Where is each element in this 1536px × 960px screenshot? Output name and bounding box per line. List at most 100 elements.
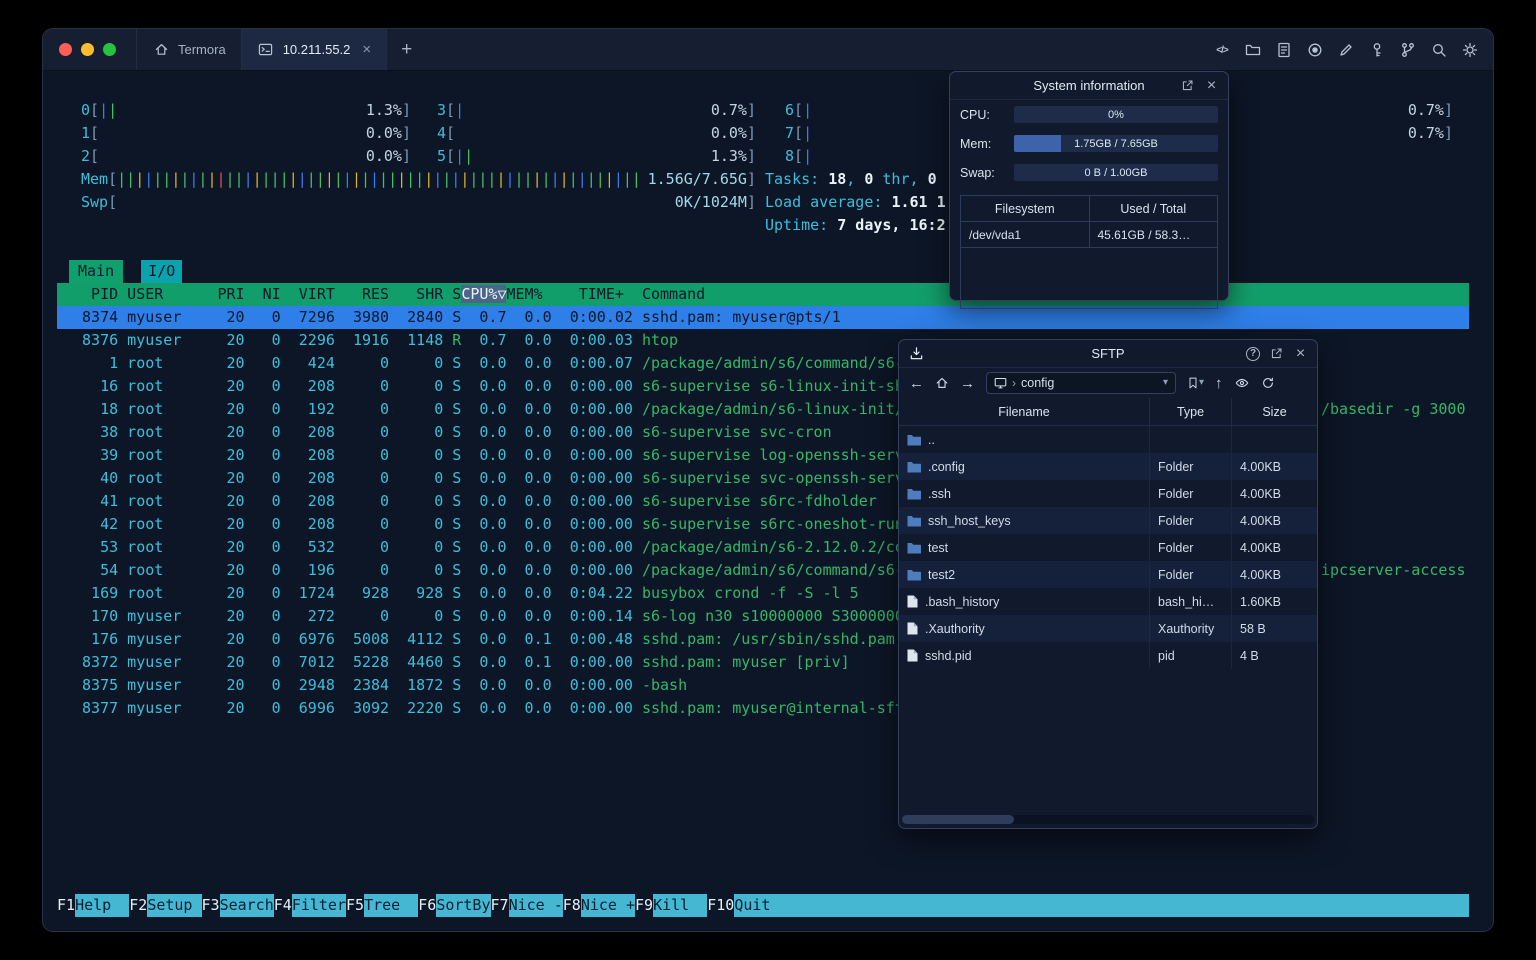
file-row-..[interactable]: .. bbox=[899, 426, 1317, 453]
col-filename[interactable]: Filename bbox=[899, 398, 1150, 425]
home-icon[interactable] bbox=[935, 376, 949, 390]
tab-label: 10.211.55.2 bbox=[282, 42, 351, 57]
file-row-ssh_host_keys[interactable]: ssh_host_keys Folder 4.00KB bbox=[899, 507, 1317, 534]
filesystem-row[interactable]: /dev/vda1 45.61GB / 58.3… bbox=[961, 222, 1217, 248]
close-icon[interactable]: × bbox=[1293, 345, 1308, 361]
fkey-label-f2[interactable]: Setup bbox=[147, 894, 202, 917]
fkey-f10[interactable]: F10 bbox=[707, 894, 734, 917]
process-row-8377[interactable]: 8377 myuser 20 0 6996 3092 2220 S 0.0 0.… bbox=[73, 697, 904, 720]
process-row-38[interactable]: 38 root 20 0 208 0 0 S 0.0 0.0 0:00.00 s… bbox=[73, 421, 832, 444]
horizontal-scrollbar[interactable] bbox=[902, 815, 1314, 824]
fkey-label-f9[interactable]: Kill bbox=[653, 894, 708, 917]
file-name: .Xauthority bbox=[925, 621, 985, 636]
terminal-icon bbox=[257, 41, 275, 59]
fkey-f7[interactable]: F7 bbox=[491, 894, 509, 917]
col-used-total: Used / Total bbox=[1120, 201, 1187, 216]
edit-icon[interactable] bbox=[1337, 41, 1355, 59]
sftp-title: SFTP bbox=[1091, 346, 1125, 361]
process-row-176[interactable]: 176 myuser 20 0 6976 5008 4112 S 0.0 0.1… bbox=[73, 628, 895, 651]
process-row-8372[interactable]: 8372 myuser 20 0 7012 5228 4460 S 0.0 0.… bbox=[73, 651, 850, 674]
sort-column-cpu[interactable]: CPU%▽ bbox=[461, 285, 507, 303]
show-hidden-icon[interactable] bbox=[1234, 376, 1250, 390]
fkey-label-f10[interactable]: Quit bbox=[734, 894, 789, 917]
parent-dir-icon[interactable]: ↑ bbox=[1215, 376, 1223, 391]
maximize-window-button[interactable] bbox=[103, 43, 116, 56]
file-row-.config[interactable]: .config Folder 4.00KB bbox=[899, 453, 1317, 480]
record-icon[interactable] bbox=[1306, 41, 1324, 59]
forward-icon[interactable]: → bbox=[960, 376, 975, 391]
fkey-f9[interactable]: F9 bbox=[635, 894, 653, 917]
process-row-40[interactable]: 40 root 20 0 208 0 0 S 0.0 0.0 0:00.00 s… bbox=[73, 467, 904, 490]
key-icon[interactable] bbox=[1368, 41, 1386, 59]
fkey-label-f5[interactable]: Tree bbox=[364, 894, 419, 917]
file-size: 4.00KB bbox=[1240, 567, 1282, 582]
new-tab-button[interactable]: + bbox=[387, 29, 426, 70]
search-icon[interactable] bbox=[1430, 41, 1448, 59]
path-breadcrumb[interactable]: › config ▾ bbox=[986, 372, 1176, 394]
file-row-.ssh[interactable]: .ssh Folder 4.00KB bbox=[899, 480, 1317, 507]
process-row-170[interactable]: 170 myuser 20 0 272 0 0 S 0.0 0.0 0:00.1… bbox=[73, 605, 904, 628]
folder-icon[interactable] bbox=[1244, 41, 1262, 59]
process-table-header[interactable]: PID USER PRI NI VIRT RES SHR SCPU%▽MEM% … bbox=[57, 283, 1469, 306]
file-type: pid bbox=[1150, 642, 1232, 669]
settings-icon[interactable] bbox=[1461, 41, 1479, 59]
fkey-label-f1[interactable]: Help bbox=[75, 894, 130, 917]
process-row-169[interactable]: 169 root 20 0 1724 928 928 S 0.0 0.0 0:0… bbox=[73, 582, 859, 605]
file-row-sshd.pid[interactable]: sshd.pid pid 4 B bbox=[899, 642, 1317, 669]
htop-screen-tabs: Main I/O bbox=[69, 260, 183, 283]
col-type[interactable]: Type bbox=[1150, 398, 1232, 425]
close-icon[interactable]: × bbox=[1204, 77, 1219, 93]
refresh-icon[interactable] bbox=[1261, 376, 1275, 390]
folder-icon bbox=[907, 461, 921, 473]
popout-icon[interactable] bbox=[1180, 78, 1195, 93]
fkey-label-f8[interactable]: Nice + bbox=[580, 894, 635, 917]
process-row-8376[interactable]: 8376 myuser 20 0 2296 1916 1148 R 0.7 0.… bbox=[73, 329, 678, 352]
fkey-f3[interactable]: F3 bbox=[202, 894, 220, 917]
code-icon[interactable]: </> bbox=[1213, 41, 1231, 59]
bookmark-icon[interactable]: ▾ bbox=[1187, 376, 1204, 390]
tab-close-icon[interactable]: × bbox=[362, 42, 371, 57]
process-row-42[interactable]: 42 root 20 0 208 0 0 S 0.0 0.0 0:00.00 s… bbox=[73, 513, 904, 536]
process-row-54[interactable]: 54 root 20 0 196 0 0 S 0.0 0.0 0:00.00 /… bbox=[73, 559, 904, 582]
process-row-41[interactable]: 41 root 20 0 208 0 0 S 0.0 0.0 0:00.00 s… bbox=[73, 490, 877, 513]
process-row-18[interactable]: 18 root 20 0 192 0 0 S 0.0 0.0 0:00.00 /… bbox=[73, 398, 904, 421]
fkey-f8[interactable]: F8 bbox=[563, 894, 581, 917]
fkey-f2[interactable]: F2 bbox=[129, 894, 147, 917]
tab-termora[interactable]: Termora bbox=[136, 29, 242, 70]
scrollbar-thumb[interactable] bbox=[902, 815, 1014, 824]
close-window-button[interactable] bbox=[59, 43, 72, 56]
chevron-down-icon[interactable]: ▾ bbox=[1163, 378, 1168, 388]
minimize-window-button[interactable] bbox=[81, 43, 94, 56]
mem-usage-bar: 1.75GB / 7.65GB bbox=[1014, 135, 1218, 152]
htop-tab-io[interactable]: I/O bbox=[141, 260, 183, 283]
back-icon[interactable]: ← bbox=[909, 376, 924, 391]
process-row-53[interactable]: 53 root 20 0 532 0 0 S 0.0 0.0 0:00.00 /… bbox=[73, 536, 904, 559]
fkey-label-f4[interactable]: Filter bbox=[291, 894, 346, 917]
process-row-39[interactable]: 39 root 20 0 208 0 0 S 0.0 0.0 0:00.00 s… bbox=[73, 444, 904, 467]
process-row-1[interactable]: 1 root 20 0 424 0 0 S 0.0 0.0 0:00.07 /p… bbox=[73, 352, 904, 375]
fkey-f1[interactable]: F1 bbox=[57, 894, 75, 917]
popout-icon[interactable] bbox=[1269, 346, 1284, 361]
file-name: .ssh bbox=[928, 486, 951, 501]
fkey-label-f3[interactable]: Search bbox=[219, 894, 274, 917]
tab-ssh-session[interactable]: 10.211.55.2 × bbox=[241, 29, 388, 70]
fkey-f4[interactable]: F4 bbox=[274, 894, 292, 917]
fkey-f5[interactable]: F5 bbox=[346, 894, 364, 917]
col-size[interactable]: Size bbox=[1232, 398, 1317, 425]
fkey-label-f6[interactable]: SortBy bbox=[436, 894, 491, 917]
fkey-label-f7[interactable]: Nice - bbox=[508, 894, 563, 917]
process-row-16[interactable]: 16 root 20 0 208 0 0 S 0.0 0.0 0:00.00 s… bbox=[73, 375, 904, 398]
file-row-test2[interactable]: test2 Folder 4.00KB bbox=[899, 561, 1317, 588]
process-row-8375[interactable]: 8375 myuser 20 0 2948 2384 1872 S 0.0 0.… bbox=[73, 674, 687, 697]
file-row-test[interactable]: test Folder 4.00KB bbox=[899, 534, 1317, 561]
fkey-f6[interactable]: F6 bbox=[418, 894, 436, 917]
htop-tab-main[interactable]: Main bbox=[69, 260, 124, 283]
branch-icon[interactable] bbox=[1399, 41, 1417, 59]
file-row-.Xauthority[interactable]: .Xauthority Xauthority 58 B bbox=[899, 615, 1317, 642]
process-row-8374-selected[interactable]: 8374 myuser 20 0 7296 3980 2840 S 0.7 0.… bbox=[57, 306, 1469, 329]
uptime: Uptime: 7 days, 16:2 bbox=[765, 216, 946, 234]
help-icon[interactable]: ? bbox=[1246, 346, 1260, 361]
log-icon[interactable] bbox=[1275, 41, 1293, 59]
transfers-icon[interactable] bbox=[909, 346, 924, 361]
file-row-.bash_history[interactable]: .bash_history bash_hi… 1.60KB bbox=[899, 588, 1317, 615]
